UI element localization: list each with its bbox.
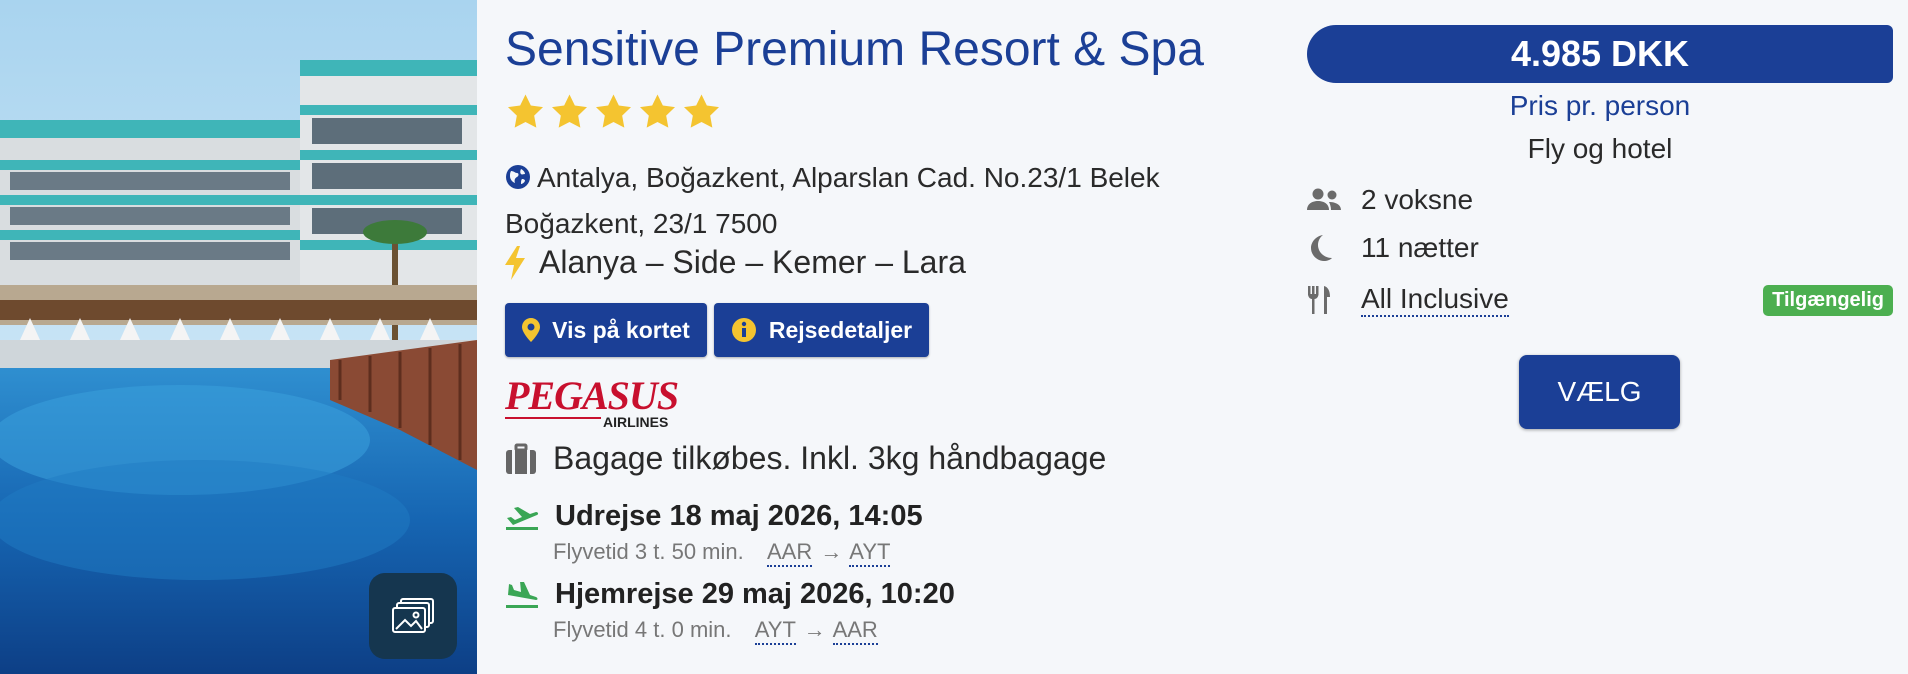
plane-departure-icon: [506, 506, 539, 530]
gallery-button[interactable]: [369, 573, 457, 659]
star-icon: [640, 94, 675, 128]
return-from[interactable]: AYT: [754, 617, 796, 645]
lightning-icon: [505, 245, 525, 280]
outbound-arrow: →: [820, 539, 843, 564]
price-amount: 4.985 DKK: [1307, 25, 1893, 83]
star-icon: [552, 94, 587, 128]
hotel-photo[interactable]: [0, 0, 477, 674]
package-type: Fly og hotel: [1527, 133, 1673, 164]
return-flight: Hjemrejse 29 maj 2026, 10:20 Flyvetid 4 …: [505, 578, 955, 645]
info-icon: [731, 318, 756, 342]
return-label: Hjemrejse 29 maj 2026, 10:20: [555, 578, 955, 610]
show-map-label: Vis på kortet: [552, 316, 690, 343]
airline-logo-rule: [505, 417, 601, 419]
map-pin-icon: [522, 318, 541, 342]
area-text: Alanya – Side – Kemer – Lara: [539, 244, 966, 280]
board-type[interactable]: All Inclusive: [1361, 283, 1509, 317]
suitcase-icon: [506, 443, 536, 474]
return-to[interactable]: AAR: [832, 617, 878, 645]
utensils-icon: [1308, 286, 1330, 314]
outbound-from[interactable]: AAR: [767, 539, 813, 567]
hotel-area: Alanya – Side – Kemer – Lara: [505, 244, 966, 281]
hotel-name[interactable]: Sensitive Premium Resort & Spa: [505, 22, 1204, 77]
nights-text: 11 nætter: [1361, 232, 1479, 263]
airline-logo-sub: AIRLINES: [603, 414, 669, 430]
airline-logo-name: PEGASUS: [505, 373, 679, 418]
airline-logo: PEGASUS AIRLINES: [505, 373, 679, 430]
outbound-duration: Flyvetid 3 t. 50 min.: [553, 539, 744, 564]
users-icon: [1307, 188, 1341, 210]
plane-arrival-icon: [506, 581, 538, 608]
select-button[interactable]: VÆLG: [1519, 355, 1680, 429]
travel-details-label: Rejsedetaljer: [768, 316, 913, 343]
star-rating: [505, 92, 722, 132]
baggage-text: Bagage tilkøbes. Inkl. 3kg håndbagage: [553, 440, 1107, 476]
travel-details-button[interactable]: Rejsedetaljer: [714, 303, 929, 357]
return-arrow: →: [803, 617, 826, 642]
board-row: All Inclusive Tilgængelig: [1307, 280, 1893, 320]
star-icon: [684, 94, 719, 128]
baggage-info: Bagage tilkøbes. Inkl. 3kg håndbagage: [505, 440, 1106, 477]
nights-row: 11 nætter: [1307, 228, 1893, 268]
availability-badge: Tilgængelig: [1763, 284, 1893, 316]
star-icon: [596, 94, 631, 128]
moon-icon: [1311, 235, 1332, 261]
price-label: Pris pr. person: [1509, 90, 1691, 121]
outbound-label: Udrejse 18 maj 2026, 14:05: [555, 500, 923, 532]
hotel-address: Antalya, Boğazkent, Alparslan Cad. No.23…: [505, 156, 1225, 245]
travellers-text: 2 voksne: [1361, 184, 1474, 215]
outbound-flight: Udrejse 18 maj 2026, 14:05 Flyvetid 3 t.…: [505, 500, 923, 567]
gallery-icon: [392, 598, 434, 633]
globe-icon: [505, 159, 531, 202]
outbound-to[interactable]: AYT: [849, 539, 891, 567]
travellers-row: 2 voksne: [1307, 180, 1893, 220]
show-map-button[interactable]: Vis på kortet: [505, 303, 707, 357]
return-duration: Flyvetid 4 t. 0 min.: [553, 617, 732, 642]
address-text: Antalya, Boğazkent, Alparslan Cad. No.23…: [505, 162, 1160, 239]
star-icon: [508, 94, 543, 128]
